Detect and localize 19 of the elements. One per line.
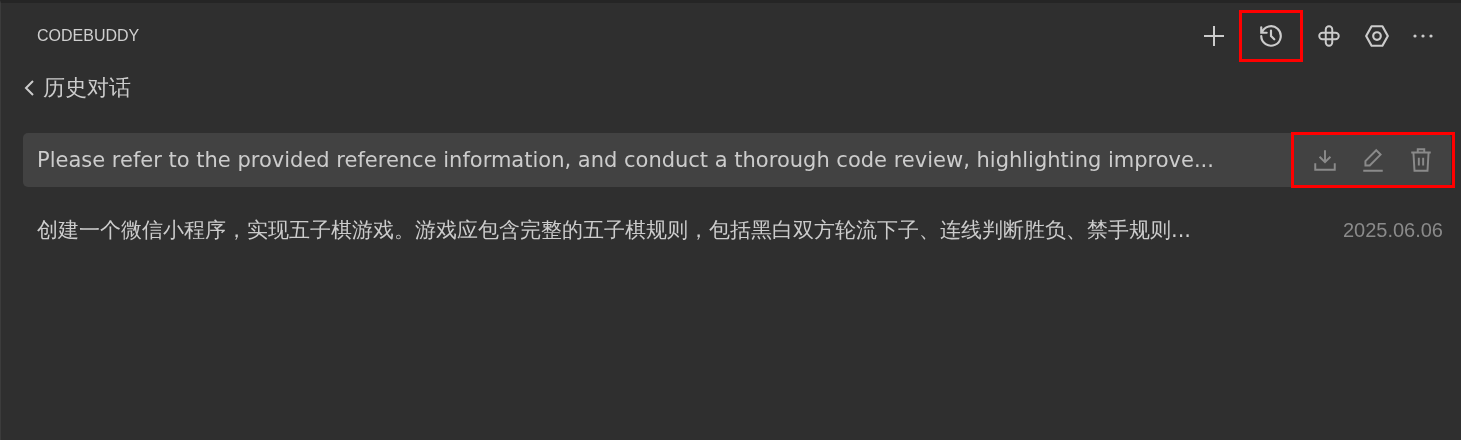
plus-icon [1202, 24, 1226, 48]
conversation-title: Please refer to the provided reference information, and conduct a thorough code review, highlighting improve... [37, 148, 1214, 172]
delete-button[interactable] [1408, 147, 1434, 173]
panel-title: CODEBUDDY [37, 27, 140, 45]
download-button[interactable] [1312, 147, 1338, 173]
conversation-date: 2025.06.06 [1342, 218, 1444, 242]
more-icon [1412, 34, 1434, 38]
toolbar-button[interactable] [1239, 10, 1303, 62]
conversation-title: 创建一个微信小程序，实现五子棋游戏。游戏应包含完整的五子棋规则，包括黑白双方轮流下子、连线判断胜负、禁手规则... [37, 217, 1192, 244]
edit-button[interactable] [1360, 147, 1386, 173]
trash-icon [1408, 147, 1434, 173]
knot-icon [1316, 23, 1342, 49]
conversation-item[interactable]: 创建一个微信小程序，实现五子棋游戏。游戏应包含完整的五子棋规则，包括黑白双方轮流下子、连线判断胜负、禁手规则... 2025.06.06 [23, 203, 1451, 257]
history-icon [1258, 23, 1284, 49]
settings-icon [1364, 23, 1390, 49]
chevron-left-icon [23, 79, 37, 97]
pencil-icon [1360, 147, 1386, 173]
back-link[interactable]: 历史对话 [23, 69, 131, 107]
download-icon [1312, 147, 1338, 173]
